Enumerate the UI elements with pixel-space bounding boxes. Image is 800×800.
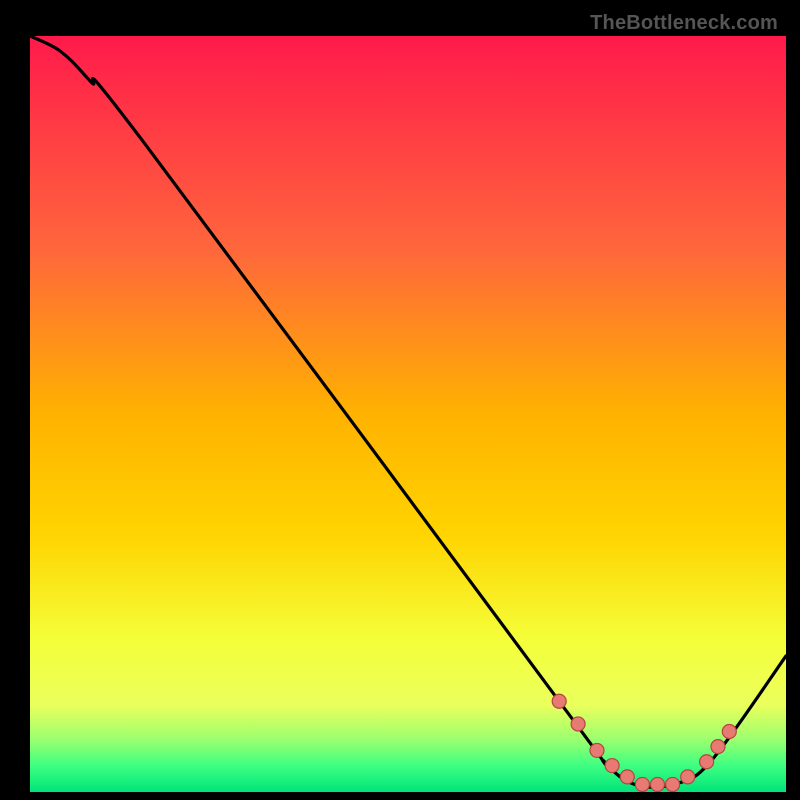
watermark-text: TheBottleneck.com [590, 12, 778, 35]
chart-svg [30, 36, 786, 792]
chart-plot [30, 36, 786, 792]
chart-frame: TheBottleneck.com [8, 8, 792, 792]
